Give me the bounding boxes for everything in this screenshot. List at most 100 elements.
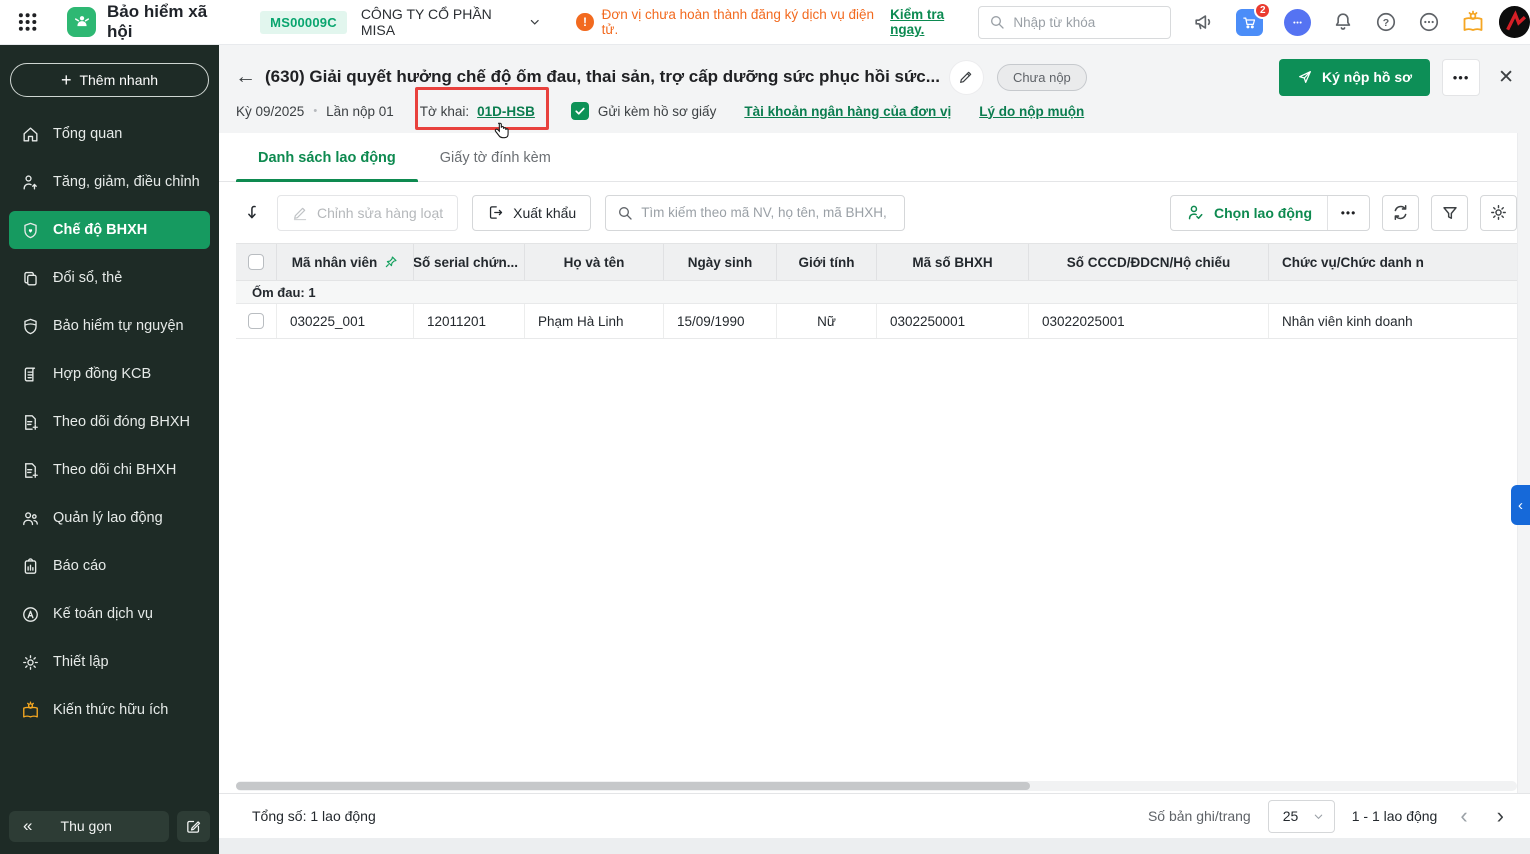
form-link[interactable]: 01D-HSB bbox=[477, 104, 535, 119]
edit-menu-button[interactable] bbox=[177, 810, 210, 842]
refresh-button[interactable] bbox=[1382, 194, 1419, 231]
report-icon bbox=[24, 557, 37, 574]
app-title: Bảo hiểm xã hội bbox=[107, 2, 208, 41]
sidebar-item-bao-cao[interactable]: Báo cáo bbox=[9, 547, 210, 585]
company-name: CÔNG TY CỔ PHẦN MISA bbox=[360, 6, 492, 38]
warning-icon: ! bbox=[576, 13, 594, 31]
doc-plus-icon bbox=[25, 462, 38, 478]
period-label: Kỳ 09/2025 bbox=[236, 103, 305, 119]
collapse-sidebar-button[interactable]: « Thu gọn bbox=[9, 810, 169, 842]
sidebar-item-che-do-bhxh[interactable]: Chế độ BHXH bbox=[9, 211, 210, 249]
form-label: Tờ khai: bbox=[419, 103, 470, 119]
select-all-checkbox[interactable] bbox=[248, 254, 264, 270]
sidebar-item-thiet-lap[interactable]: Thiết lập bbox=[9, 643, 210, 681]
sign-submit-button[interactable]: Ký nộp hồ sơ bbox=[1279, 58, 1431, 96]
more-options-icon[interactable] bbox=[1418, 11, 1440, 33]
bulk-edit-button[interactable]: Chỉnh sửa hàng loạt bbox=[277, 194, 459, 231]
warning-text: Đơn vị chưa hoàn thành đăng ký dịch vụ đ… bbox=[601, 7, 874, 37]
check-icon bbox=[575, 107, 585, 115]
svg-text:?: ? bbox=[1383, 17, 1389, 29]
sidebar-item-doi-so-the[interactable]: Đổi sổ, thẻ bbox=[9, 259, 210, 297]
bell-icon[interactable] bbox=[1332, 11, 1354, 33]
sidebar-item-tang-giam-dieu-chinh[interactable]: Tăng, giảm, điều chỉnh bbox=[9, 163, 210, 201]
per-page-select[interactable]: 25 bbox=[1267, 799, 1335, 833]
accounting-icon bbox=[23, 606, 38, 622]
sidebar-item-kien-thuc-huu-ich[interactable]: Kiến thức hữu ích bbox=[9, 691, 210, 729]
sidebar-item-quan-ly-lao-dong[interactable]: Quản lý lao động bbox=[9, 499, 210, 537]
sidebar-item-ke-toan-dich-vu[interactable]: Kế toán dịch vụ bbox=[9, 595, 210, 633]
quick-add-button[interactable]: + Thêm nhanh bbox=[10, 63, 209, 97]
prev-page-button[interactable]: ‹ bbox=[1454, 805, 1473, 827]
select-employee-more-button[interactable]: ••• bbox=[1327, 195, 1369, 230]
gear-icon bbox=[1491, 205, 1506, 220]
total-count-label: Tổng số: 1 lao động bbox=[252, 808, 376, 824]
person-check-icon bbox=[1188, 205, 1203, 220]
sidebar-menu: Tổng quan Tăng, giảm, điều chỉnh Chế độ … bbox=[0, 115, 219, 729]
edit-title-button[interactable] bbox=[949, 60, 983, 94]
table-search-input[interactable] bbox=[641, 205, 892, 220]
table-settings-button[interactable] bbox=[1480, 194, 1517, 231]
chevron-left-icon: ‹ bbox=[1518, 496, 1523, 514]
page-range-label: 1 - 1 lao động bbox=[1351, 808, 1438, 824]
next-page-button[interactable]: › bbox=[1491, 805, 1510, 827]
horizontal-scrollbar-thumb[interactable] bbox=[236, 782, 1031, 790]
knowledge-icon[interactable] bbox=[1461, 10, 1485, 34]
user-avatar[interactable] bbox=[1499, 6, 1530, 38]
global-search[interactable] bbox=[978, 5, 1172, 39]
doc-plus-icon bbox=[25, 414, 38, 430]
table-search[interactable] bbox=[605, 194, 906, 231]
app-grid-icon[interactable] bbox=[18, 12, 37, 32]
chat-icon[interactable] bbox=[1284, 8, 1312, 36]
person-up-icon bbox=[23, 174, 37, 190]
send-icon bbox=[1299, 71, 1311, 83]
sidebar-item-theo-doi-chi-bhxh[interactable]: Theo dõi chi BHXH bbox=[9, 451, 210, 489]
horizontal-scrollbar[interactable] bbox=[236, 781, 1517, 791]
bank-account-link[interactable]: Tài khoản ngân hàng của đơn vị bbox=[744, 104, 951, 119]
pin-icon[interactable] bbox=[384, 255, 398, 269]
tab-giay-to-dinh-kem[interactable]: Giấy tờ đính kèm bbox=[418, 150, 573, 181]
close-icon[interactable]: ✕ bbox=[1498, 66, 1514, 89]
late-reason-link[interactable]: Lý do nộp muộn bbox=[979, 104, 1084, 119]
global-search-input[interactable] bbox=[1013, 14, 1154, 30]
select-employee-button[interactable]: Chọn lao động bbox=[1171, 196, 1327, 230]
collapse-icon: « bbox=[23, 816, 33, 835]
sidebar-item-hop-dong-kcb[interactable]: Hợp đồng KCB bbox=[9, 355, 210, 393]
side-panel-toggle[interactable]: ‹ bbox=[1511, 485, 1530, 525]
document-header: ← (630) Giải quyết hưởng chế độ ốm đau, … bbox=[219, 45, 1530, 139]
vertical-scrollbar[interactable] bbox=[1517, 133, 1530, 793]
table-header-row: Mã nhân viên Số serial chứn... Họ và tên… bbox=[236, 243, 1517, 281]
back-button[interactable]: ← bbox=[235, 65, 261, 89]
copy-icon bbox=[24, 271, 37, 286]
sidebar-item-bao-hiem-tu-nguyen[interactable]: Bảo hiểm tự nguyện bbox=[9, 307, 210, 345]
row-checkbox[interactable] bbox=[248, 313, 264, 329]
table-row[interactable]: 030225_001 12011201 Phạm Hà Linh 15/09/1… bbox=[236, 304, 1517, 339]
export-button[interactable]: Xuất khẩu bbox=[472, 194, 592, 231]
gear-icon bbox=[23, 654, 38, 670]
sort-icon[interactable] bbox=[244, 203, 263, 222]
shop-cart-icon[interactable]: 2 bbox=[1236, 1, 1272, 36]
pencil-icon bbox=[293, 207, 307, 220]
select-employee-split-button: Chọn lao động ••• bbox=[1170, 194, 1370, 231]
bottom-strip bbox=[219, 838, 1530, 854]
sidebar-item-theo-doi-dong-bhxh[interactable]: Theo dõi đóng BHXH bbox=[9, 403, 210, 441]
filter-button[interactable] bbox=[1431, 194, 1468, 231]
dot-separator: • bbox=[313, 105, 318, 117]
megaphone-icon[interactable] bbox=[1193, 11, 1215, 33]
check-now-link[interactable]: Kiểm tra ngay. bbox=[890, 7, 978, 37]
bhxh-logo-icon bbox=[67, 7, 96, 37]
shield-icon bbox=[24, 318, 37, 334]
tab-danh-sach-lao-dong[interactable]: Danh sách lao động bbox=[236, 150, 418, 182]
header-more-button[interactable]: ••• bbox=[1442, 58, 1481, 96]
topbar-icon-group: 2 ? bbox=[1193, 1, 1485, 36]
help-icon[interactable]: ? bbox=[1375, 11, 1397, 33]
paper-docs-checkbox[interactable] bbox=[570, 102, 589, 120]
main-content: ← (630) Giải quyết hưởng chế độ ốm đau, … bbox=[219, 45, 1530, 854]
company-selector[interactable]: CÔNG TY CỔ PHẦN MISA bbox=[361, 6, 541, 38]
shield-heart-icon bbox=[24, 222, 37, 238]
group-header-row: Ốm đau: 1 bbox=[236, 281, 1517, 304]
sidebar-item-tong-quan[interactable]: Tổng quan bbox=[9, 115, 210, 153]
per-page-label: Số bản ghi/trang bbox=[1147, 808, 1251, 824]
status-badge: Chưa nộp bbox=[996, 63, 1087, 91]
pencil-icon bbox=[960, 71, 972, 83]
people-icon bbox=[23, 511, 38, 525]
